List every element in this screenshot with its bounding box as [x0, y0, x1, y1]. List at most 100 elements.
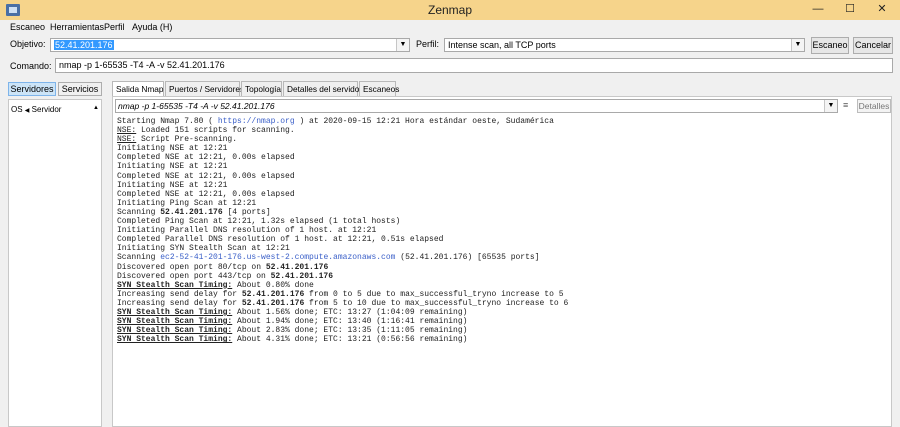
profile-dropdown-icon[interactable]: ▼ [791, 39, 804, 51]
output-line: SYN Stealth Scan Timing: About 1.94% don… [117, 317, 568, 326]
output-segment: from 0 to 5 due to max_successful_tryno … [304, 289, 564, 299]
output-segment: Initiating Ping Scan at 12:21 [117, 198, 257, 208]
output-line: Completed Ping Scan at 12:21, 1.32s elap… [117, 217, 568, 226]
menu-herramientas[interactable]: Herramientas [50, 22, 104, 32]
sort-left-icon: ◀ [24, 108, 30, 114]
output-line: NSE: Loaded 151 scripts for scanning. [117, 126, 568, 135]
output-segment: (52.41.201.176) [65535 ports] [395, 253, 540, 263]
output-segment: 52.41.201.176 [241, 289, 305, 299]
menu-lines-icon[interactable]: ≡ [843, 100, 848, 110]
tab-servidores[interactable]: Servidores [8, 82, 56, 96]
tab-detalles-servidor[interactable]: Detalles del servidor [283, 81, 362, 96]
close-button[interactable]: ✕ [866, 0, 898, 20]
output-line: Completed NSE at 12:21, 0.00s elapsed [117, 190, 568, 199]
output-segment: Initiating NSE at 12:21 [117, 144, 228, 154]
output-line: Completed Parallel DNS resolution of 1 h… [117, 235, 568, 244]
output-command-select[interactable]: nmap -p 1-65535 -T4 -A -v 52.41.201.176 … [115, 99, 838, 113]
output-segment: Completed Parallel DNS resolution of 1 h… [117, 235, 444, 245]
output-segment: Initiating SYN Stealth Scan at 12:21 [117, 244, 290, 254]
output-link[interactable]: ec2-52-41-201-176.us-west-2.compute.amaz… [160, 253, 395, 262]
output-line: Initiating NSE at 12:21 [117, 162, 568, 171]
nmap-output-panel: nmap -p 1-65535 -T4 -A -v 52.41.201.176 … [112, 96, 892, 427]
output-segment: SYN Stealth Scan Timing: [117, 280, 233, 290]
output-line: Scanning 52.41.201.176 [4 ports] [117, 208, 568, 217]
minimize-button[interactable]: — [802, 0, 834, 20]
host-list-header: OS ◀ Servidor ▲ [11, 105, 99, 114]
cancel-button[interactable]: Cancelar [853, 37, 893, 54]
output-line: Initiating Ping Scan at 12:21 [117, 199, 568, 208]
command-label: Comando: [10, 61, 52, 71]
output-segment: Initiating NSE at 12:21 [117, 180, 228, 190]
output-segment: Script Pre-scanning. [136, 135, 238, 145]
output-segment: Starting Nmap 7.80 ( [117, 117, 218, 126]
output-line: SYN Stealth Scan Timing: About 1.56% don… [117, 308, 568, 317]
column-server[interactable]: Servidor [32, 105, 62, 114]
output-segment: About 1.94% done; ETC: 13:40 (1:16:41 re… [232, 317, 468, 327]
command-input[interactable]: nmap -p 1-65535 -T4 -A -v 52.41.201.176 [55, 58, 893, 73]
target-combobox[interactable]: 52.41.201.176 ▼ [50, 38, 410, 52]
output-segment: About 1.56% done; ETC: 13:27 (1:04:09 re… [232, 307, 468, 317]
column-os[interactable]: OS [11, 105, 23, 114]
output-segment: Completed NSE at 12:21, 0.00s elapsed [117, 189, 295, 199]
output-segment: [4 ports] [222, 207, 271, 217]
tab-servicios[interactable]: Servicios [58, 82, 102, 96]
output-segment: 52.41.201.176 [265, 262, 329, 272]
output-segment: About 4.31% done; ETC: 13:21 (0:56:56 re… [232, 335, 468, 345]
host-list[interactable]: OS ◀ Servidor ▲ [8, 99, 102, 427]
maximize-button[interactable]: ☐ [834, 0, 866, 20]
tab-salida-nmap[interactable]: Salida Nmap [112, 81, 164, 97]
output-segment: Loaded 151 scripts for scanning. [136, 126, 295, 136]
output-segment: Increasing send delay for [117, 298, 242, 308]
output-segment: 52.41.201.176 [241, 298, 305, 308]
output-line: NSE: Script Pre-scanning. [117, 135, 568, 144]
output-segment: SYN Stealth Scan Timing: [117, 335, 233, 345]
menu-perfil[interactable]: Perfil [104, 22, 125, 32]
tab-puertos-servidores[interactable]: Puertos / Servidores [165, 81, 244, 96]
output-segment: Scanning [117, 253, 161, 263]
output-segment: NSE: [117, 126, 137, 136]
profile-label: Perfil: [416, 39, 440, 49]
target-dropdown-icon[interactable]: ▼ [396, 39, 409, 51]
details-button[interactable]: Detalles [857, 99, 891, 113]
output-line: Initiating NSE at 12:21 [117, 144, 568, 153]
output-segment: Discovered open port 443/tcp on [117, 271, 271, 281]
target-input-value[interactable]: 52.41.201.176 [54, 40, 114, 50]
output-segment: About 2.83% done; ETC: 13:35 (1:11:05 re… [232, 326, 468, 336]
output-segment: 52.41.201.176 [160, 207, 223, 217]
output-segment: SYN Stealth Scan Timing: [117, 307, 233, 317]
title-bar: Zenmap — ☐ ✕ [0, 0, 900, 20]
output-line: Increasing send delay for 52.41.201.176 … [117, 290, 568, 299]
window-title: Zenmap [427, 3, 473, 17]
output-segment: NSE: [117, 135, 137, 145]
output-segment: Discovered open port 80/tcp on [117, 262, 266, 272]
output-command-dropdown-icon[interactable]: ▼ [824, 100, 837, 112]
scan-button[interactable]: Escaneo [811, 37, 849, 54]
tab-topologia[interactable]: Topología [241, 81, 282, 96]
output-line: SYN Stealth Scan Timing: About 2.83% don… [117, 326, 568, 335]
output-line: Completed NSE at 12:21, 0.00s elapsed [117, 153, 568, 162]
output-segment: ) at 2020-09-15 12:21 Hora estándar oest… [294, 117, 554, 126]
profile-combobox[interactable]: Intense scan, all TCP ports ▼ [444, 38, 805, 52]
target-row: Objetivo: 52.41.201.176 ▼ Perfil: Intens… [0, 36, 900, 56]
output-line: SYN Stealth Scan Timing: About 0.80% don… [117, 281, 568, 290]
output-segment: Initiating NSE at 12:21 [117, 162, 228, 172]
output-link[interactable]: https://nmap.org [218, 117, 295, 126]
output-segment: Completed Ping Scan at 12:21, 1.32s elap… [117, 217, 401, 227]
output-segment: Increasing send delay for [117, 289, 242, 299]
output-command-value[interactable]: nmap -p 1-65535 -T4 -A -v 52.41.201.176 [118, 101, 275, 111]
output-segment: SYN Stealth Scan Timing: [117, 326, 233, 336]
output-line: Discovered open port 443/tcp on 52.41.20… [117, 272, 568, 281]
output-line: Increasing send delay for 52.41.201.176 … [117, 299, 568, 308]
nmap-output-text[interactable]: Starting Nmap 7.80 ( https://nmap.org ) … [117, 117, 568, 344]
output-segment: Scanning [117, 207, 161, 217]
output-line: Initiating Parallel DNS resolution of 1 … [117, 226, 568, 235]
output-segment: SYN Stealth Scan Timing: [117, 317, 233, 327]
output-segment: Initiating Parallel DNS resolution of 1 … [117, 226, 377, 236]
tab-escaneos[interactable]: Escaneos [359, 81, 399, 96]
menu-ayuda[interactable]: Ayuda (H) [132, 22, 172, 32]
output-line: Discovered open port 80/tcp on 52.41.201… [117, 263, 568, 272]
profile-value[interactable]: Intense scan, all TCP ports [448, 40, 556, 50]
output-segment: Completed NSE at 12:21, 0.00s elapsed [117, 171, 295, 181]
output-line: Initiating SYN Stealth Scan at 12:21 [117, 244, 568, 253]
menu-escaneo[interactable]: Escaneo [10, 22, 45, 32]
